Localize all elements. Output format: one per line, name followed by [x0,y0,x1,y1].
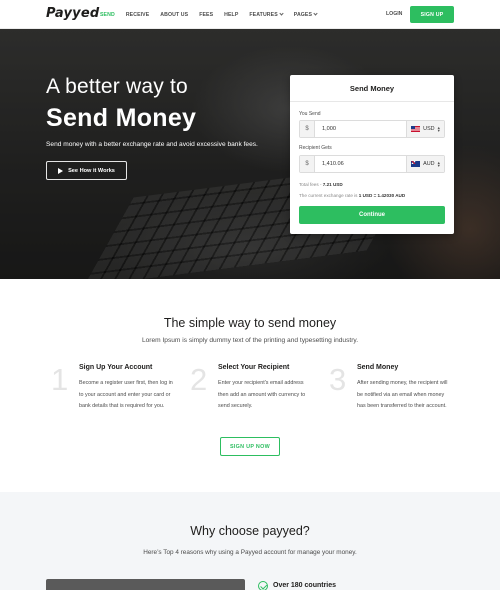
rate-label: The current exchange rate is [299,193,358,198]
exchange-rate: The current exchange rate is 1 USD = 1.4… [299,193,405,198]
select-arrows-icon: ▴ ▾ [437,160,440,168]
hero-title-line2: Send Money [46,104,197,132]
top-navbar: Payyed SEND RECEIVE ABOUT US FEES HELP F… [0,0,500,29]
nav-item-help[interactable]: HELP [224,12,238,18]
nav-item-send[interactable]: SEND [100,12,115,18]
step-text: After sending money, the recipient will … [357,380,448,409]
play-icon [58,167,64,174]
nav-item-features[interactable]: FEATURES [249,11,284,18]
reason-title: Over 180 countries [273,582,337,589]
step-card: 2 Select Your Recipient Enter your recip… [190,362,330,424]
step-title: Sign Up Your Account [79,364,153,371]
why-choose-subtitle: Here’s Top 4 reasons why using a Payyed … [143,549,357,556]
why-choose-section: Why choose payyed? Here’s Top 4 reasons … [0,492,500,590]
nav-item-fees[interactable]: FEES [199,12,213,18]
you-send-currency: USD [423,126,435,132]
nav-item-about-us[interactable]: ABOUT US [160,12,188,18]
see-how-it-works-label: See How it Works [68,167,115,174]
continue-button[interactable]: Continue [299,206,445,224]
select-arrows-icon: ▴ ▾ [437,125,440,133]
check-circle-icon [258,581,268,590]
main-nav: SEND RECEIVE ABOUT US FEES HELP FEATURES… [100,0,328,29]
us-flag-icon [411,126,421,132]
nav-item-receive[interactable]: RECEIVE [126,12,149,18]
nav-item-pages-label: PAGES [293,11,313,18]
you-send-label: You Send [299,111,321,117]
send-money-card: Send Money You Send $ 1,000 USD ▴ ▾ Recip… [290,75,454,234]
step-card: 3 Send Money After sending money, the re… [329,362,469,424]
step-title: Send Money [357,364,399,371]
step-card: 1 Sign Up Your Account Become a register… [51,362,191,424]
you-send-field: $ 1,000 USD ▴ ▾ [299,120,445,138]
card-title: Send Money [290,75,454,102]
step-number: 3 [329,362,347,397]
step-text: Become a register user first, then log i… [79,380,173,409]
recipient-gets-label: Recipient Gets [299,145,332,151]
step-number: 1 [51,362,69,397]
au-flag-icon [411,161,421,167]
signup-button[interactable]: SIGN UP [410,6,454,23]
fees-value: 7.21 USD [322,182,343,187]
fees-label: Total fees - [299,182,322,187]
how-it-works-title: The simple way to send money [163,316,337,330]
login-link[interactable]: LOGIN [386,11,402,17]
see-how-it-works-button[interactable]: See How it Works [46,161,127,180]
step-number: 2 [190,362,208,397]
how-it-works-subtitle: Lorem Ipsum is simply dummy text of the … [141,337,359,344]
recipient-gets-field: $ 1,410.06 AUD ▴ ▾ [299,155,445,173]
recipient-currency-select[interactable]: AUD ▴ ▾ [406,156,444,172]
chevron-down-icon [279,11,284,16]
dollar-symbol: $ [300,121,315,137]
rate-value: 1 USD = 1.42030 AUD [358,193,406,198]
hero-title-line1: A better way to [46,75,188,98]
why-choose-title: Why choose payyed? [190,524,310,538]
step-text: Enter your recipient's email address the… [218,380,306,409]
chevron-down-icon [313,11,318,16]
recipient-gets-input[interactable]: 1,410.06 [322,156,344,172]
you-send-input[interactable]: 1,000 [322,121,336,137]
dollar-symbol: $ [300,156,315,172]
video-thumbnail[interactable] [46,579,245,590]
logo[interactable]: Payyed [46,6,99,21]
sign-up-now-button[interactable]: SIGN UP NOW [220,437,280,456]
step-title: Select Your Recipient [218,364,290,371]
you-send-currency-select[interactable]: USD ▴ ▾ [406,121,444,137]
total-fees: Total fees - 7.21 USD [299,182,343,187]
hero-subtitle: Send money with a better exchange rate a… [46,141,258,148]
nav-item-pages[interactable]: PAGES [293,11,318,18]
nav-item-features-label: FEATURES [249,11,278,18]
recipient-currency: AUD [423,161,435,167]
